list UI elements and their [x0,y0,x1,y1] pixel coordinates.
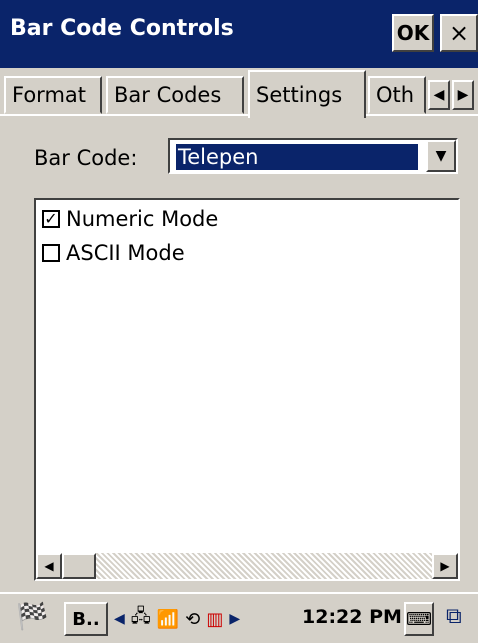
arrow-left-icon: ◀ [433,87,445,103]
numeric-mode-label: Numeric Mode [66,207,219,231]
tab-scroll-left-button[interactable]: ◀ [428,80,450,110]
ascii-mode-checkbox[interactable] [42,244,60,262]
numeric-mode-checkbox[interactable]: ✓ [42,210,60,228]
dropdown-button[interactable]: ▼ [426,140,456,172]
barcode-select[interactable]: Telepen ▼ [168,138,458,174]
network-icon[interactable]: 🖧 [131,604,151,634]
scroll-left-button[interactable]: ◀ [36,553,62,579]
tab-format[interactable]: Format [4,76,102,114]
window-switch-icon[interactable]: ⧉ [446,604,462,629]
signal-icon[interactable]: 📶 [157,609,179,630]
system-tray: ◀ 🖧 📶 ⟲ ▥ ▶ [114,604,240,634]
scroll-right-button[interactable]: ▶ [432,553,458,579]
windows-flag-icon[interactable]: 🏁 [16,602,48,632]
tab-other[interactable]: Oth [368,76,426,114]
tray-right-arrow-icon[interactable]: ▶ [229,611,240,627]
barcode-label: Bar Code: [34,146,138,170]
window-title: Bar Code Controls [10,16,234,41]
tab-divider [0,114,478,116]
barcode-icon[interactable]: ▥ [206,609,223,630]
keyboard-icon[interactable]: ⌨ [404,602,434,636]
options-list: ✓ Numeric Mode ASCII Mode ◀ ▶ [34,198,460,581]
tab-settings[interactable]: Settings [248,70,366,118]
ascii-mode-label: ASCII Mode [66,241,185,265]
scroll-thumb[interactable] [62,553,96,579]
arrow-right-icon: ▶ [457,87,469,103]
taskbar: 🏁 B.. ◀ 🖧 📶 ⟲ ▥ ▶ 12:22 PM ⌨ ⧉ [0,592,478,643]
arrow-right-icon: ▶ [440,559,450,573]
option-numeric-mode[interactable]: ✓ Numeric Mode [42,204,218,234]
tray-left-arrow-icon[interactable]: ◀ [114,611,125,627]
arrow-left-icon: ◀ [44,559,54,573]
chevron-down-icon: ▼ [435,148,447,164]
option-ascii-mode[interactable]: ASCII Mode [42,238,185,268]
close-button[interactable]: × [440,14,478,52]
clock[interactable]: 12:22 PM [302,606,402,628]
ok-button[interactable]: OK [392,14,434,52]
sync-icon[interactable]: ⟲ [185,609,200,630]
horizontal-scrollbar[interactable]: ◀ ▶ [36,553,458,579]
tab-scroll-right-button[interactable]: ▶ [452,80,474,110]
title-bar: Bar Code Controls OK × [0,0,478,68]
barcode-selected-value[interactable]: Telepen [175,143,419,171]
taskbar-app-button[interactable]: B.. [64,602,108,636]
tab-bar-codes[interactable]: Bar Codes [106,76,244,114]
